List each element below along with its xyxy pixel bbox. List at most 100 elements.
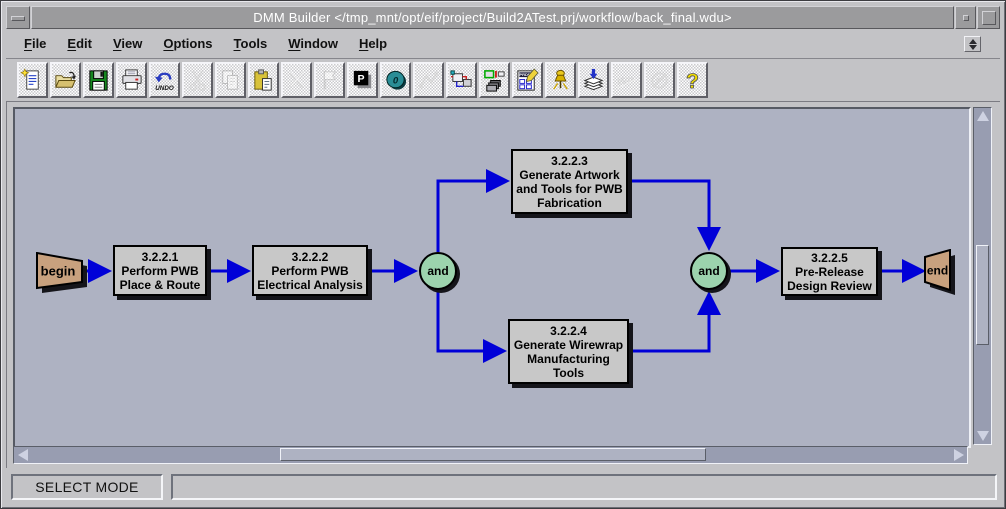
window-title: DMM Builder </tmp_mnt/opt/eif/project/Bu… [253,10,732,25]
node-end[interactable]: end [924,249,958,297]
save-floppy-icon [86,67,111,94]
open-folder-icon [53,67,78,94]
objects-button[interactable] [479,62,510,98]
svg-text:UNDO: UNDO [155,85,174,92]
connector-button[interactable] [413,62,444,98]
horizontal-scrollbar[interactable] [13,446,968,464]
scroll-up-button[interactable] [974,108,991,124]
wp-icon: WP [614,67,639,94]
window-menu-button[interactable] [6,6,30,29]
node-task-3225[interactable]: 3.2.2.5 Pre-Release Design Review [781,247,878,296]
delete-button[interactable] [281,62,312,98]
paste-button[interactable] [248,62,279,98]
cut-scissors-icon [185,67,210,94]
menu-tools[interactable]: Tools [234,36,268,51]
window-menu-dash-icon [11,16,25,21]
arrow-down-icon [977,431,989,441]
print-button[interactable] [116,62,147,98]
edge-and1-task4[interactable] [438,290,504,351]
toolbar: UNDO [6,60,1000,101]
copy-button[interactable] [215,62,246,98]
statusbar: SELECT MODE [6,473,1000,501]
title-row: DMM Builder </tmp_mnt/opt/eif/project/Bu… [6,6,1000,29]
prdb-button[interactable]: PRDB [512,62,543,98]
scroll-left-button[interactable] [14,447,31,463]
wp-button[interactable]: WP [611,62,642,98]
paste-clipboard-icon [251,67,276,94]
edge-and1-task3[interactable] [438,181,507,252]
node-task-3221[interactable]: 3.2.2.1 Perform PWB Place & Route [113,245,207,296]
open-button[interactable] [50,62,81,98]
mode-indicator: SELECT MODE [11,474,163,500]
node-task-3224[interactable]: 3.2.2.4 Generate Wirewrap Manufacturing … [508,319,629,384]
status-message-panel [171,474,997,500]
horizontal-scroll-thumb[interactable] [280,448,706,461]
sash-up-icon [969,39,977,44]
menu-file[interactable]: File [24,36,46,51]
dmm-builder-window: DMM Builder </tmp_mnt/opt/eif/project/Bu… [0,0,1006,509]
workflow-canvas[interactable]: begin 3.2.2.1 Perform PWB Place & Route … [13,107,971,448]
vertical-scrollbar[interactable] [973,107,992,445]
arrow-up-icon [977,111,989,121]
arrow-left-icon [18,449,28,461]
cut-button[interactable] [182,62,213,98]
node-begin[interactable]: begin [36,252,92,298]
operation-o-icon: 0 [383,67,408,94]
prdb-editor-icon: PRDB [515,67,540,94]
flag-button[interactable] [314,62,345,98]
svg-text:0: 0 [393,75,399,86]
maximize-icon [982,11,996,25]
checkin-button[interactable] [578,62,609,98]
svg-text:P: P [358,72,365,84]
help-question-icon: ? [680,67,705,94]
edge-task3-and2[interactable] [628,181,709,248]
printer-icon [119,67,144,94]
pushpin-icon [548,67,573,94]
vertical-scroll-thumb[interactable] [976,245,989,345]
workflow-edit-icon [449,67,474,94]
undo-button[interactable]: UNDO [149,62,180,98]
workflow-panel: begin 3.2.2.1 Perform PWB Place & Route … [6,101,1000,468]
node-task-3222[interactable]: 3.2.2.2 Perform PWB Electrical Analysis [252,245,368,296]
object-stack-icon [482,67,507,94]
titlebar[interactable]: DMM Builder </tmp_mnt/opt/eif/project/Bu… [31,6,954,29]
menu-view[interactable]: View [113,36,142,51]
help-button[interactable]: ? [677,62,708,98]
process-button[interactable]: P [347,62,378,98]
flag-icon [317,67,342,94]
undo-icon: UNDO [152,67,177,94]
contact-icon [647,67,672,94]
minimize-button[interactable] [955,6,976,29]
workflow-button[interactable] [446,62,477,98]
menu-options[interactable]: Options [163,36,212,51]
process-p-icon: P [350,67,375,94]
pane-sash-control[interactable] [964,36,981,52]
menubar: File Edit View Options Tools Window Help [6,29,1000,59]
pushpin-button[interactable] [545,62,576,98]
svg-text:?: ? [686,70,699,93]
menu-window[interactable]: Window [288,36,338,51]
node-task-3223[interactable]: 3.2.2.3 Generate Artwork and Tools for P… [511,149,628,214]
save-button[interactable] [83,62,114,98]
contact-button[interactable] [644,62,675,98]
node-and-junction-1[interactable]: and [419,252,457,290]
operation-button[interactable]: 0 [380,62,411,98]
new-document-icon [20,67,45,94]
arrow-right-icon [954,449,964,461]
edge-task4-and2[interactable] [629,294,709,351]
checkin-stack-icon [581,67,606,94]
svg-text:begin: begin [41,264,76,279]
maximize-button[interactable] [977,6,1000,29]
scroll-right-button[interactable] [950,447,967,463]
new-button[interactable] [17,62,48,98]
copy-pages-icon [218,67,243,94]
delete-x-icon [284,67,309,94]
menu-edit[interactable]: Edit [67,36,92,51]
sash-down-icon [969,45,977,50]
node-and-junction-2[interactable]: and [690,252,728,290]
minimize-icon [963,15,969,21]
scroll-down-button[interactable] [974,428,991,444]
connector-icon [416,67,441,94]
svg-text:end: end [927,264,948,278]
menu-help[interactable]: Help [359,36,387,51]
